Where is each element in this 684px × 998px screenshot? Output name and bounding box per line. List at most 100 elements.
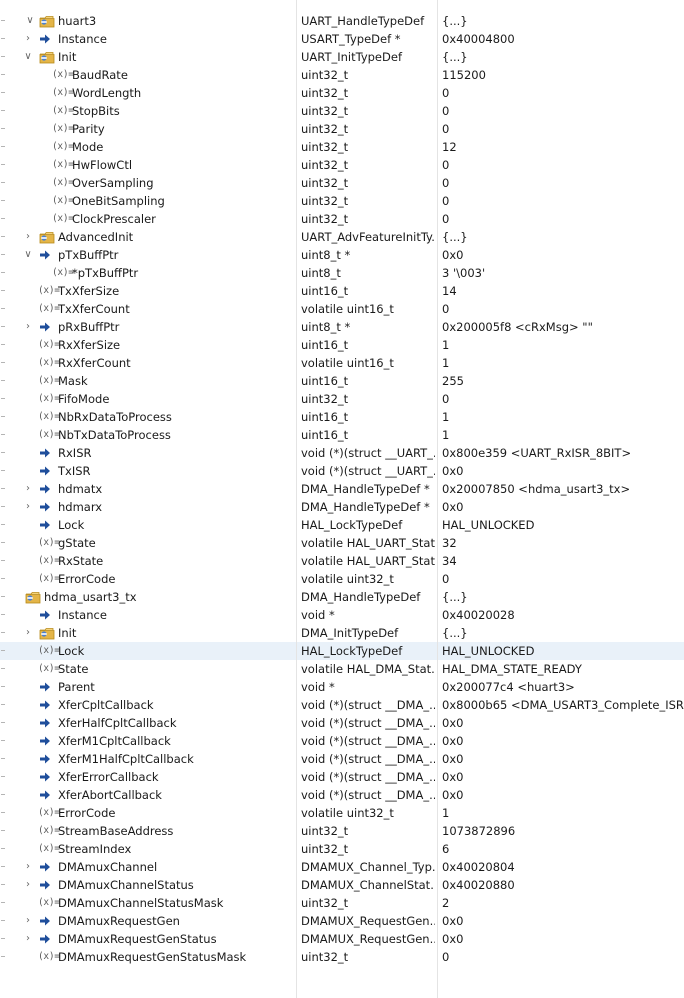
chevron-down-icon[interactable]: ∨	[22, 246, 34, 264]
tree-row[interactable]: XferAbortCallback void (*)(struct __DMA_.…	[0, 786, 684, 804]
tree-row[interactable]: (x)= ClockPrescaler uint32_t 0	[0, 210, 684, 228]
variable-value[interactable]: 1	[442, 426, 449, 444]
chevron-right-icon[interactable]: ›	[22, 30, 34, 48]
tree-row[interactable]: hdma_usart3_tx DMA_HandleTypeDef {...}	[0, 588, 684, 606]
variable-value[interactable]: {...}	[442, 624, 468, 642]
variable-value[interactable]: 0x0	[442, 930, 463, 948]
tree-row[interactable]: ∨ pTxBuffPtr uint8_t * 0x0	[0, 246, 684, 264]
variable-value[interactable]: 255	[442, 372, 464, 390]
chevron-right-icon[interactable]: ›	[22, 480, 34, 498]
tree-row[interactable]: (x)= TxXferCount volatile uint16_t 0	[0, 300, 684, 318]
variable-value[interactable]: 32	[442, 534, 457, 552]
variable-value[interactable]: 0	[442, 156, 449, 174]
tree-row[interactable]: (x)= BaudRate uint32_t 115200	[0, 66, 684, 84]
tree-row[interactable]: (x)= DMAmuxChannelStatusMask uint32_t 2	[0, 894, 684, 912]
variable-value[interactable]: 0	[442, 210, 449, 228]
tree-row[interactable]: (x)= ErrorCode volatile uint32_t 1	[0, 804, 684, 822]
variable-value[interactable]: 0x40020028	[442, 606, 515, 624]
tree-row[interactable]: (x)= RxXferCount volatile uint16_t 1	[0, 354, 684, 372]
tree-row[interactable]: ∨ huart3 UART_HandleTypeDef {...}	[0, 12, 684, 30]
variable-value[interactable]: {...}	[442, 228, 468, 246]
tree-row[interactable]: (x)= NbRxDataToProcess uint16_t 1	[0, 408, 684, 426]
tree-row[interactable]: (x)= OneBitSampling uint32_t 0	[0, 192, 684, 210]
variable-value[interactable]: 34	[442, 552, 457, 570]
tree-row[interactable]: (x)= StopBits uint32_t 0	[0, 102, 684, 120]
variable-value[interactable]: 0x0	[442, 768, 463, 786]
tree-row[interactable]: (x)= RxXferSize uint16_t 1	[0, 336, 684, 354]
tree-row[interactable]: Lock HAL_LockTypeDef HAL_UNLOCKED	[0, 516, 684, 534]
variable-value[interactable]: 0x40004800	[442, 30, 515, 48]
tree-row[interactable]: (x)= StreamIndex uint32_t 6	[0, 840, 684, 858]
tree-row[interactable]: (x)= TxXferSize uint16_t 14	[0, 282, 684, 300]
chevron-down-icon[interactable]: ∨	[22, 48, 34, 66]
variable-value[interactable]: 0x20007850 <hdma_usart3_tx>	[442, 480, 630, 498]
chevron-right-icon[interactable]: ›	[22, 498, 34, 516]
tree-row[interactable]: ∨ Init UART_InitTypeDef {...}	[0, 48, 684, 66]
variable-value[interactable]: 0	[442, 300, 449, 318]
tree-row[interactable]: › DMAmuxChannelStatus DMAMUX_ChannelStat..…	[0, 876, 684, 894]
tree-row[interactable]: (x)= FifoMode uint32_t 0	[0, 390, 684, 408]
variable-value[interactable]: 1	[442, 336, 449, 354]
tree-row[interactable]: (x)= Mask uint16_t 255	[0, 372, 684, 390]
variable-value[interactable]: 0x200005f8 <cRxMsg> ""	[442, 318, 593, 336]
variable-value[interactable]: 0x0	[442, 912, 463, 930]
variable-value[interactable]: 0x0	[442, 462, 463, 480]
tree-row[interactable]: › Instance USART_TypeDef * 0x40004800	[0, 30, 684, 48]
chevron-right-icon[interactable]: ›	[22, 624, 34, 642]
tree-row[interactable]: › hdmarx DMA_HandleTypeDef * 0x0	[0, 498, 684, 516]
tree-row[interactable]: › pRxBuffPtr uint8_t * 0x200005f8 <cRxMsg> …	[0, 318, 684, 336]
tree-row[interactable]: XferM1HalfCpltCallback void (*)(struct __…	[0, 750, 684, 768]
tree-row[interactable]: › hdmatx DMA_HandleTypeDef * 0x20007850 <hd…	[0, 480, 684, 498]
tree-row[interactable]: Parent void * 0x200077c4 <huart3>	[0, 678, 684, 696]
variable-value[interactable]: 115200	[442, 66, 486, 84]
chevron-right-icon[interactable]: ›	[22, 228, 34, 246]
tree-row[interactable]: TxISR void (*)(struct __UART_... 0x0	[0, 462, 684, 480]
tree-row[interactable]: XferHalfCpltCallback void (*)(struct __DM…	[0, 714, 684, 732]
variable-value[interactable]: 1073872896	[442, 822, 515, 840]
chevron-right-icon[interactable]: ›	[22, 912, 34, 930]
tree-row[interactable]: XferM1CpltCallback void (*)(struct __DMA_…	[0, 732, 684, 750]
tree-row[interactable]: Instance void * 0x40020028	[0, 606, 684, 624]
tree-row[interactable]: (x)= RxState volatile HAL_UART_Stat... 34	[0, 552, 684, 570]
column-divider-value[interactable]	[437, 0, 438, 998]
variable-value[interactable]: 6	[442, 840, 449, 858]
variable-value[interactable]: 0x8000b65 <DMA_USART3_Complete_ISR>	[442, 696, 684, 714]
variable-value[interactable]: 0x40020880	[442, 876, 515, 894]
variable-value[interactable]: 0	[442, 390, 449, 408]
variable-value[interactable]: 1	[442, 354, 449, 372]
tree-row[interactable]: (x)= HwFlowCtl uint32_t 0	[0, 156, 684, 174]
variable-value[interactable]: 14	[442, 282, 457, 300]
tree-row[interactable]: (x)= ErrorCode volatile uint32_t 0	[0, 570, 684, 588]
tree-row[interactable]: › Init DMA_InitTypeDef {...}	[0, 624, 684, 642]
tree-row[interactable]: (x)= WordLength uint32_t 0	[0, 84, 684, 102]
tree-row[interactable]: (x)= Lock HAL_LockTypeDef HAL_UNLOCKED	[0, 642, 684, 660]
variable-value[interactable]: 1	[442, 408, 449, 426]
tree-row[interactable]: (x)= DMAmuxRequestGenStatusMask uint32_t 0	[0, 948, 684, 966]
variable-value[interactable]: {...}	[442, 588, 468, 606]
tree-row[interactable]: (x)= StreamBaseAddress uint32_t 1073872896	[0, 822, 684, 840]
variable-value[interactable]: 0	[442, 948, 449, 966]
variable-value[interactable]: 0x40020804	[442, 858, 515, 876]
variable-value[interactable]: 0	[442, 120, 449, 138]
variable-value[interactable]: 0x0	[442, 750, 463, 768]
tree-row[interactable]: (x)= State volatile HAL_DMA_Stat... HAL_DMA…	[0, 660, 684, 678]
tree-row[interactable]: › DMAmuxChannel DMAMUX_Channel_Typ... 0x400…	[0, 858, 684, 876]
tree-row[interactable]: › AdvancedInit UART_AdvFeatureInitTy... {..…	[0, 228, 684, 246]
tree-row[interactable]: (x)= Parity uint32_t 0	[0, 120, 684, 138]
chevron-down-icon[interactable]: ∨	[24, 12, 36, 30]
chevron-right-icon[interactable]: ›	[22, 876, 34, 894]
chevron-right-icon[interactable]: ›	[22, 318, 34, 336]
tree-row[interactable]: XferErrorCallback void (*)(struct __DMA_.…	[0, 768, 684, 786]
variable-value[interactable]: HAL_DMA_STATE_READY	[442, 660, 582, 678]
chevron-right-icon[interactable]: ›	[22, 858, 34, 876]
variable-value[interactable]: 2	[442, 894, 449, 912]
variable-value[interactable]: 0	[442, 84, 449, 102]
variable-value[interactable]: 0x0	[442, 498, 463, 516]
variable-value[interactable]: HAL_UNLOCKED	[442, 642, 534, 660]
variable-value[interactable]: 0x800e359 <UART_RxISR_8BIT>	[442, 444, 631, 462]
tree-row[interactable]: RxISR void (*)(struct __UART_... 0x800e359…	[0, 444, 684, 462]
variable-value[interactable]: 12	[442, 138, 457, 156]
variable-value[interactable]: 0	[442, 102, 449, 120]
column-divider-type[interactable]	[296, 0, 297, 998]
tree-row[interactable]: (x)= gState volatile HAL_UART_Stat... 32	[0, 534, 684, 552]
